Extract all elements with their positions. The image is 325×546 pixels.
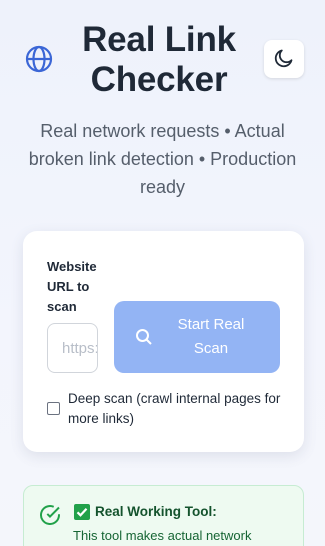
start-scan-label: Start Real Scan [177, 316, 245, 357]
search-icon [135, 328, 153, 346]
globe-icon [24, 44, 54, 74]
page-title: Real Link Checker [82, 20, 236, 99]
check-mark-icon [74, 504, 90, 520]
notice-title: Real Working Tool: [95, 504, 217, 519]
check-circle-icon [39, 504, 61, 526]
url-label: Website URL to scan [47, 259, 97, 314]
page-subtitle: Real network requests • Actual broken li… [28, 121, 297, 197]
deep-scan-label[interactable]: Deep scan (crawl internal pages for more… [68, 389, 288, 429]
theme-toggle-button[interactable] [264, 40, 304, 78]
url-input[interactable] [47, 323, 98, 373]
deep-scan-checkbox[interactable] [47, 402, 60, 415]
scan-card: Website URL to scan Start Real Scan Deep… [23, 231, 304, 452]
moon-icon [273, 47, 295, 72]
start-scan-button[interactable]: Start Real Scan [114, 301, 280, 373]
app-header: Real Link Checker [0, 0, 325, 110]
notice-body: This tool makes actual network [73, 528, 252, 543]
info-notice: Real Working Tool: This tool makes actua… [23, 485, 304, 546]
